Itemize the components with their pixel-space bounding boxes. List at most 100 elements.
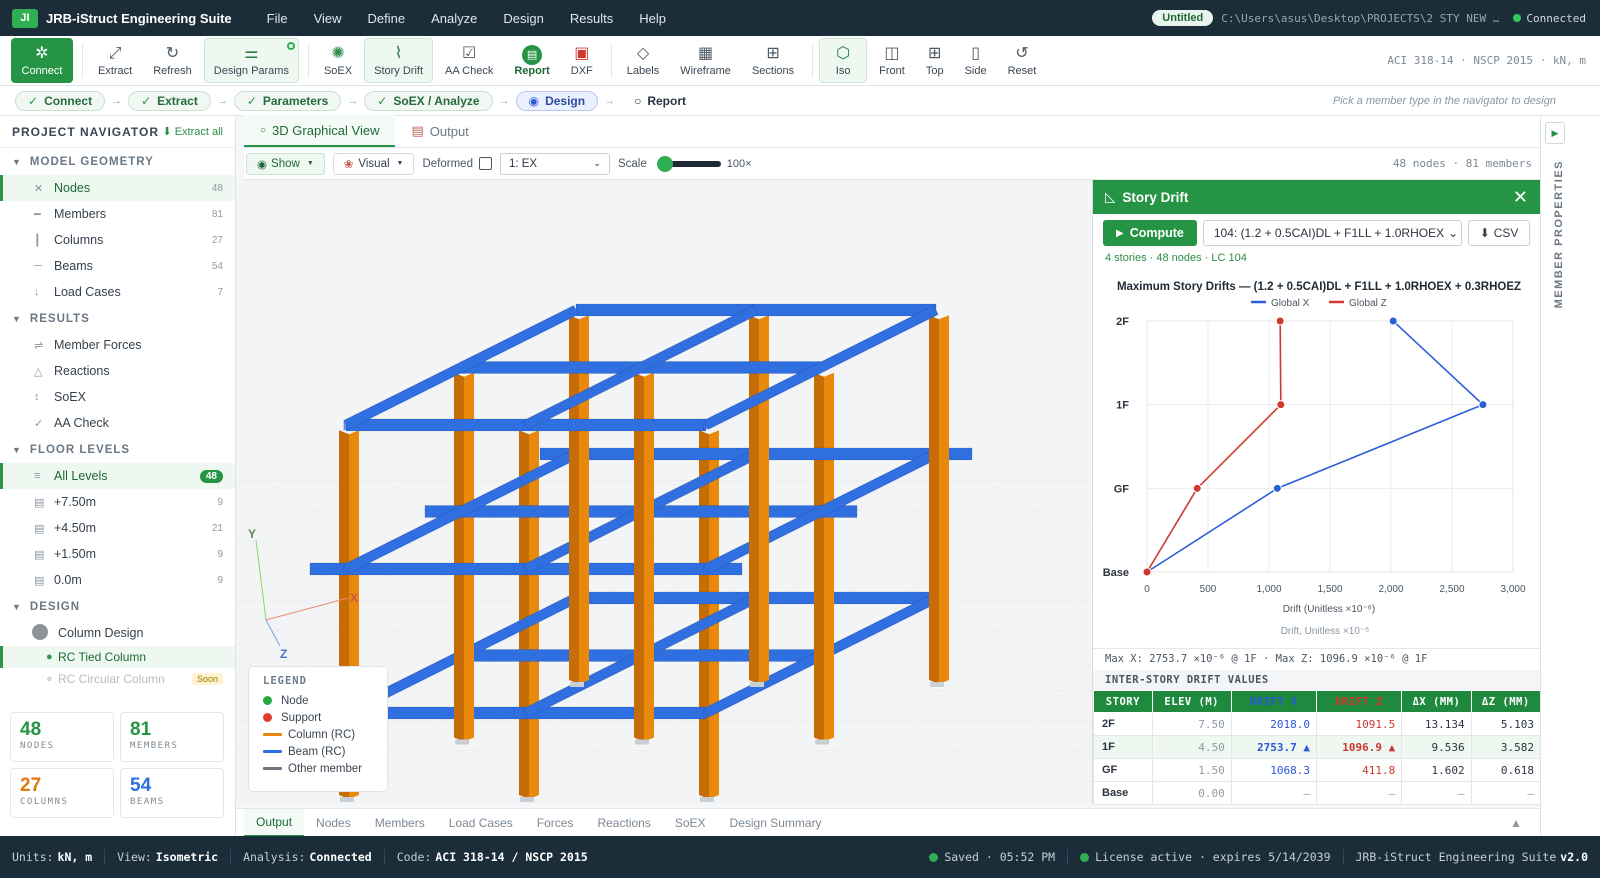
- support-node[interactable]: [520, 797, 534, 802]
- slider-handle[interactable]: [656, 155, 673, 172]
- top-view-button[interactable]: ⊞ Top: [917, 38, 953, 83]
- expand-panel-button[interactable]: ▶: [1545, 122, 1565, 144]
- iso-view-button[interactable]: ⬡ Iso: [819, 38, 868, 83]
- nav-member-forces[interactable]: ⇌ Member Forces: [0, 332, 235, 358]
- btab-design-summary[interactable]: Design Summary: [718, 809, 834, 837]
- support-node[interactable]: [750, 682, 764, 687]
- support-node[interactable]: [570, 682, 584, 687]
- nav-load-cases[interactable]: ↓ Load Cases 7: [0, 279, 235, 305]
- nav-reactions[interactable]: △ Reactions: [0, 358, 235, 384]
- visual-dropdown[interactable]: ❀ Visual ▼: [332, 152, 415, 175]
- section-design[interactable]: ▼ DESIGN: [0, 594, 235, 620]
- design-params-button[interactable]: ⚌ Design Params: [203, 38, 299, 83]
- card-label: NODES: [20, 741, 55, 751]
- extract-all-link[interactable]: ⬇ Extract all: [162, 125, 223, 138]
- nav-level-750[interactable]: ▤ +7.50m 9: [0, 489, 235, 515]
- collapse-up-icon[interactable]: ▲: [1510, 816, 1522, 830]
- btab-nodes[interactable]: Nodes: [304, 809, 363, 837]
- column-member[interactable]: [929, 315, 939, 684]
- step-soex-analyze[interactable]: ✓ SoEX / Analyze: [364, 90, 493, 111]
- nav-columns[interactable]: ┃ Columns 27: [0, 227, 235, 253]
- column-member[interactable]: [814, 372, 824, 742]
- menu-define[interactable]: Define: [368, 11, 406, 26]
- load-combo-select[interactable]: 104: (1.2 + 0.5CAI)DL + F1LL + 1.0RHOEX ⌄: [1202, 220, 1463, 246]
- menu-design[interactable]: Design: [503, 11, 543, 26]
- section-label: MODEL GEOMETRY: [29, 156, 154, 168]
- support-node[interactable]: [700, 797, 714, 802]
- nav-level-450[interactable]: ▤ +4.50m 21: [0, 515, 235, 541]
- menu-file[interactable]: File: [267, 11, 288, 26]
- menu-view[interactable]: View: [314, 11, 342, 26]
- show-dropdown[interactable]: ◉ Show ▼: [246, 152, 325, 175]
- compute-button[interactable]: ▶ Compute: [1103, 220, 1197, 246]
- nav-level-000[interactable]: ▤ 0.0m 9: [0, 567, 235, 593]
- step-design[interactable]: ◉ Design: [515, 90, 599, 111]
- table-row[interactable]: 2F 7.50 2018.0 1091.5 13.134 5.103: [1093, 712, 1542, 736]
- chart-series: [1142, 316, 1488, 577]
- card-value: 81: [130, 719, 152, 740]
- column-member[interactable]: [824, 372, 834, 742]
- menu-results[interactable]: Results: [570, 11, 613, 26]
- step-extract[interactable]: ✓ Extract: [128, 90, 211, 111]
- wireframe-button[interactable]: ▦ Wireframe: [671, 38, 740, 83]
- caret-down-icon: ▼: [306, 160, 314, 167]
- scale-slider[interactable]: [656, 155, 721, 172]
- nav-aa-check[interactable]: ✓ AA Check: [0, 410, 235, 436]
- section-model-geometry[interactable]: ▼ MODEL GEOMETRY: [0, 149, 235, 175]
- dxf-button[interactable]: ▣ DXF: [562, 38, 602, 83]
- side-view-button[interactable]: ▯ Side: [956, 38, 996, 83]
- table-row[interactable]: GF 1.50 1068.3 411.8 1.602 0.618: [1093, 758, 1542, 782]
- btab-forces[interactable]: Forces: [525, 809, 586, 837]
- tab-3d-graphical-view[interactable]: ○ 3D Graphical View: [244, 115, 396, 147]
- btab-load-cases[interactable]: Load Cases: [437, 809, 525, 837]
- saved-dot-icon: [929, 852, 939, 862]
- reset-view-button[interactable]: ↺ Reset: [999, 38, 1046, 83]
- support-node[interactable]: [635, 739, 649, 745]
- 3d-viewport[interactable]: Y X Z LEGEND Node Support Column (RC) Be…: [236, 180, 1092, 804]
- tab-output[interactable]: ▤ Output: [395, 115, 484, 147]
- soex-button[interactable]: ✺ SoEX: [315, 38, 361, 83]
- nav-column-design[interactable]: Column Design: [0, 620, 235, 646]
- section-results[interactable]: ▼ RESULTS: [0, 306, 235, 332]
- aa-check-button[interactable]: ☑ AA Check: [436, 38, 502, 83]
- support-node[interactable]: [815, 739, 829, 745]
- support-node[interactable]: [340, 797, 354, 802]
- table-row[interactable]: 1F 4.50 2753.7 ▲ 1096.9 ▲ 9.536 3.582: [1093, 735, 1542, 759]
- btab-output[interactable]: Output: [244, 808, 305, 837]
- close-icon[interactable]: ✕: [1513, 187, 1528, 208]
- step-connect[interactable]: ✓ Connect: [15, 90, 106, 111]
- step-parameters[interactable]: ✓ Parameters: [233, 90, 342, 111]
- nav-nodes[interactable]: ✕ Nodes 48: [0, 175, 235, 201]
- menu-help[interactable]: Help: [639, 11, 666, 26]
- support-node[interactable]: [930, 682, 944, 687]
- btab-members[interactable]: Members: [363, 809, 437, 837]
- btab-reactions[interactable]: Reactions: [585, 809, 662, 837]
- report-button[interactable]: ▤ Report: [505, 38, 558, 83]
- load-case-select[interactable]: 1: EX ⌄: [499, 152, 610, 175]
- step-report[interactable]: ○ Report: [621, 91, 699, 111]
- deformed-checkbox[interactable]: [478, 157, 492, 170]
- csv-export-button[interactable]: ⬇ CSV: [1468, 220, 1530, 246]
- nav-level-150[interactable]: ▤ +1.50m 9: [0, 541, 235, 567]
- support-node[interactable]: [455, 739, 469, 745]
- chart-grid: [1146, 320, 1514, 573]
- sections-button[interactable]: ⊞ Sections: [743, 38, 803, 83]
- section-floor-levels[interactable]: ▼ FLOOR LEVELS: [0, 437, 235, 463]
- btab-soex[interactable]: SoEX: [663, 809, 718, 837]
- nav-members[interactable]: ━ Members 81: [0, 201, 235, 227]
- front-view-button[interactable]: ◫ Front: [870, 38, 914, 83]
- story-drift-button[interactable]: ⌇ Story Drift: [364, 38, 434, 83]
- nav-rc-circular-column[interactable]: ● RC Circular Column Soon: [0, 668, 235, 690]
- nav-rc-tied-column[interactable]: ● RC Tied Column: [0, 646, 235, 668]
- cell-story: Base: [1093, 781, 1153, 805]
- table-row[interactable]: Base 0.00 — — — —: [1093, 781, 1542, 805]
- nav-beams[interactable]: ─ Beams 54: [0, 253, 235, 279]
- labels-button[interactable]: ◇ Labels: [618, 38, 668, 83]
- extract-button[interactable]: ⤢ Extract: [89, 38, 141, 83]
- nav-all-levels[interactable]: ≡ All Levels 48: [0, 463, 235, 489]
- menu-analyze[interactable]: Analyze: [431, 11, 477, 26]
- connect-button[interactable]: ✲ Connect: [11, 38, 73, 83]
- column-member[interactable]: [939, 315, 949, 684]
- nav-soex[interactable]: ↕ SoEX: [0, 384, 235, 410]
- refresh-button[interactable]: ↻ Refresh: [144, 38, 201, 83]
